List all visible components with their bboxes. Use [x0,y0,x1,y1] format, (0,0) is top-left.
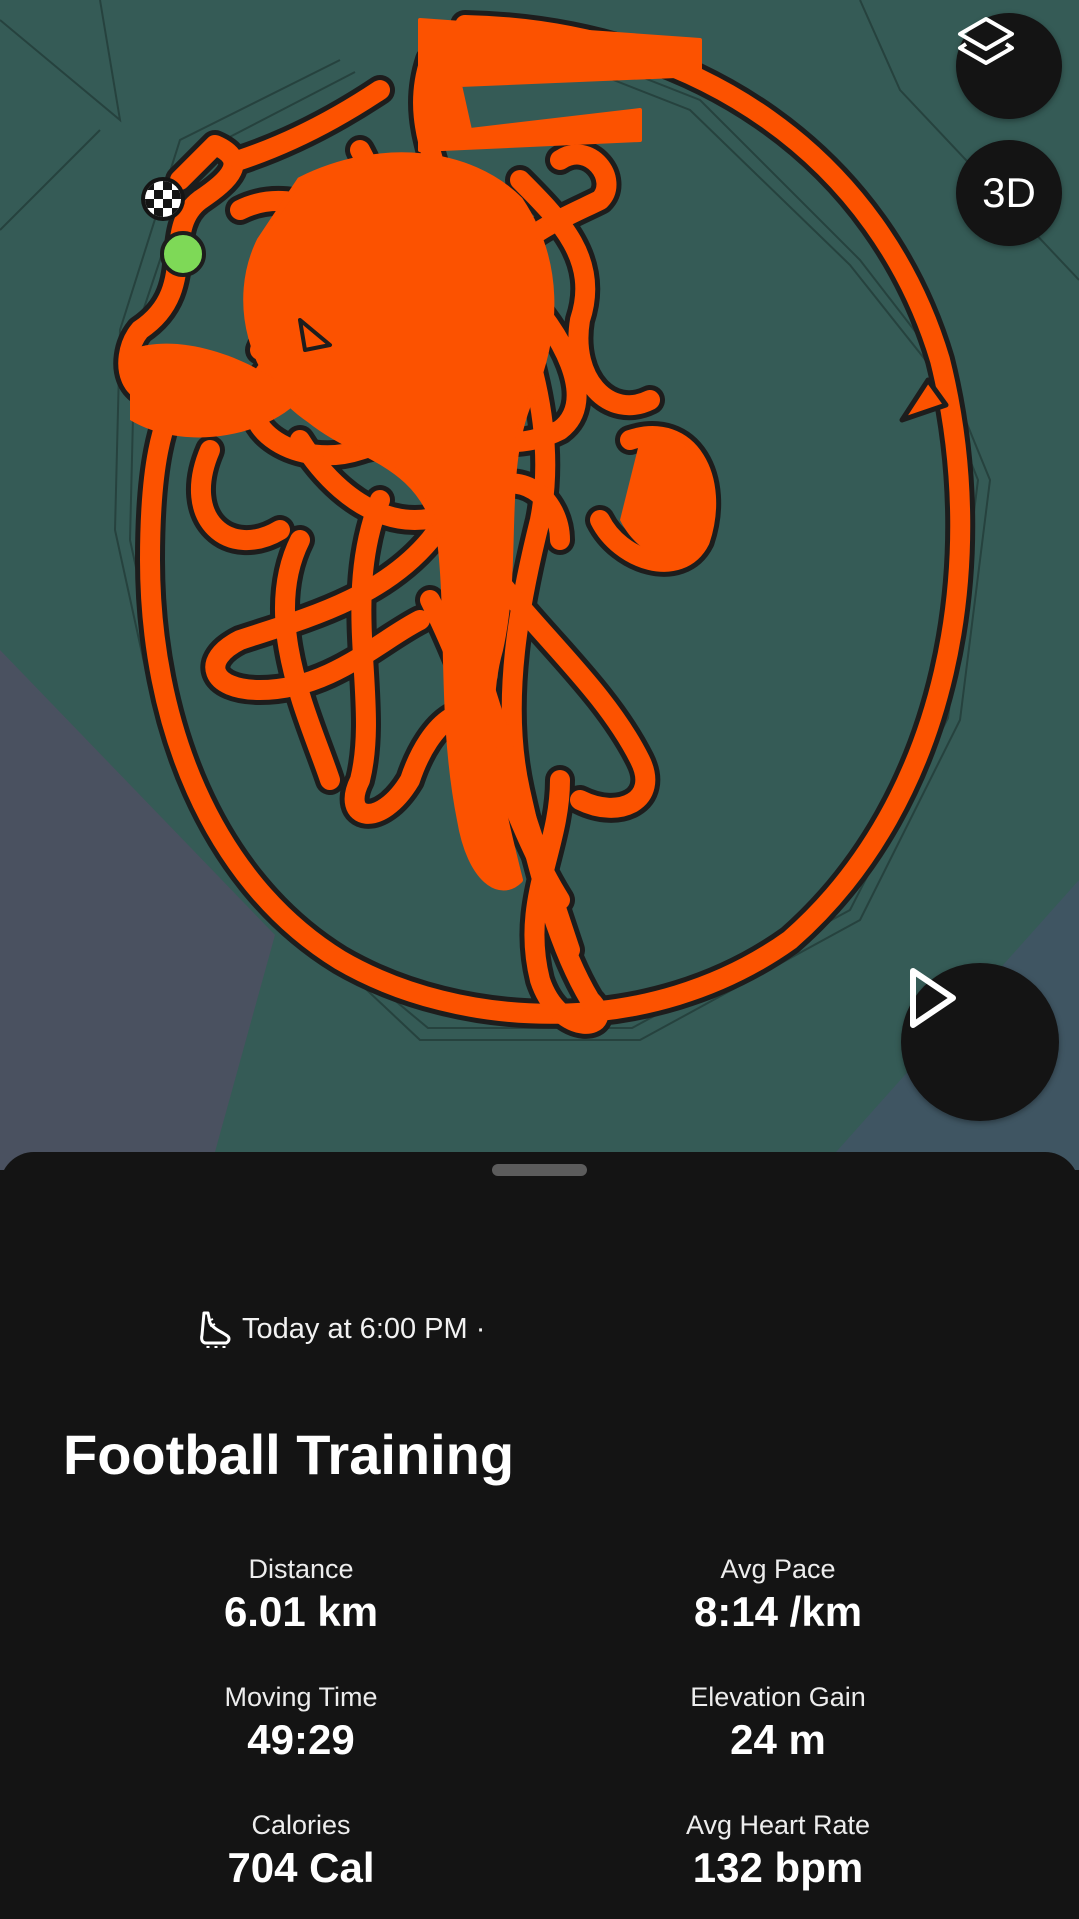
stat-calories: Calories 704 Cal [91,1808,511,1892]
stat-value: 24 m [730,1716,826,1763]
map-layers-button[interactable] [956,13,1062,119]
sheet-drag-handle[interactable] [492,1164,587,1176]
stat-avg-pace: Avg Pace 8:14 /km [568,1552,988,1636]
route-dense-top [418,18,702,152]
stat-value: 8:14 /km [693,1588,863,1635]
stat-value: 6.01 km [223,1588,379,1635]
map-region-building [0,650,275,1170]
stat-value: 132 bpm [692,1844,864,1891]
map-3d-button[interactable]: 3D [956,140,1062,246]
stat-elevation-gain: Elevation Gain 24 m [568,1680,988,1764]
activity-meta-row: Today at 6:00 PM · H [198,1307,490,1351]
stat-label: Avg Pace [720,1554,836,1584]
activity-map[interactable]: 3D [0,0,1079,1170]
football-boot-icon [200,1311,231,1348]
activity-title[interactable]: Football Training [63,1422,514,1487]
stat-label: Calories [251,1810,351,1840]
map-3d-label: 3D [982,169,1036,216]
play-flyover-button[interactable] [901,963,1059,1121]
start-marker [160,231,206,277]
stat-value: 49:29 [247,1716,355,1763]
stat-label: Elevation Gain [690,1682,866,1712]
play-icon [910,968,956,1028]
stat-label: Avg Heart Rate [685,1810,871,1840]
activity-bottom-sheet: Today at 6:00 PM · H Football Training [0,1152,1079,1919]
route-track [113,10,976,1039]
stat-distance: Distance 6.01 km [91,1552,511,1636]
stat-avg-heart-rate: Avg Heart Rate 132 bpm [568,1808,988,1892]
layers-icon [958,17,1014,65]
activity-date-time: Today at 6:00 PM · H [242,1312,490,1345]
stat-value: 704 Cal [227,1844,375,1891]
stat-label: Moving Time [224,1682,378,1712]
stat-label: Distance [248,1554,354,1584]
checkered-flag-icon [141,177,185,221]
stat-moving-time: Moving Time 49:29 [91,1680,511,1764]
